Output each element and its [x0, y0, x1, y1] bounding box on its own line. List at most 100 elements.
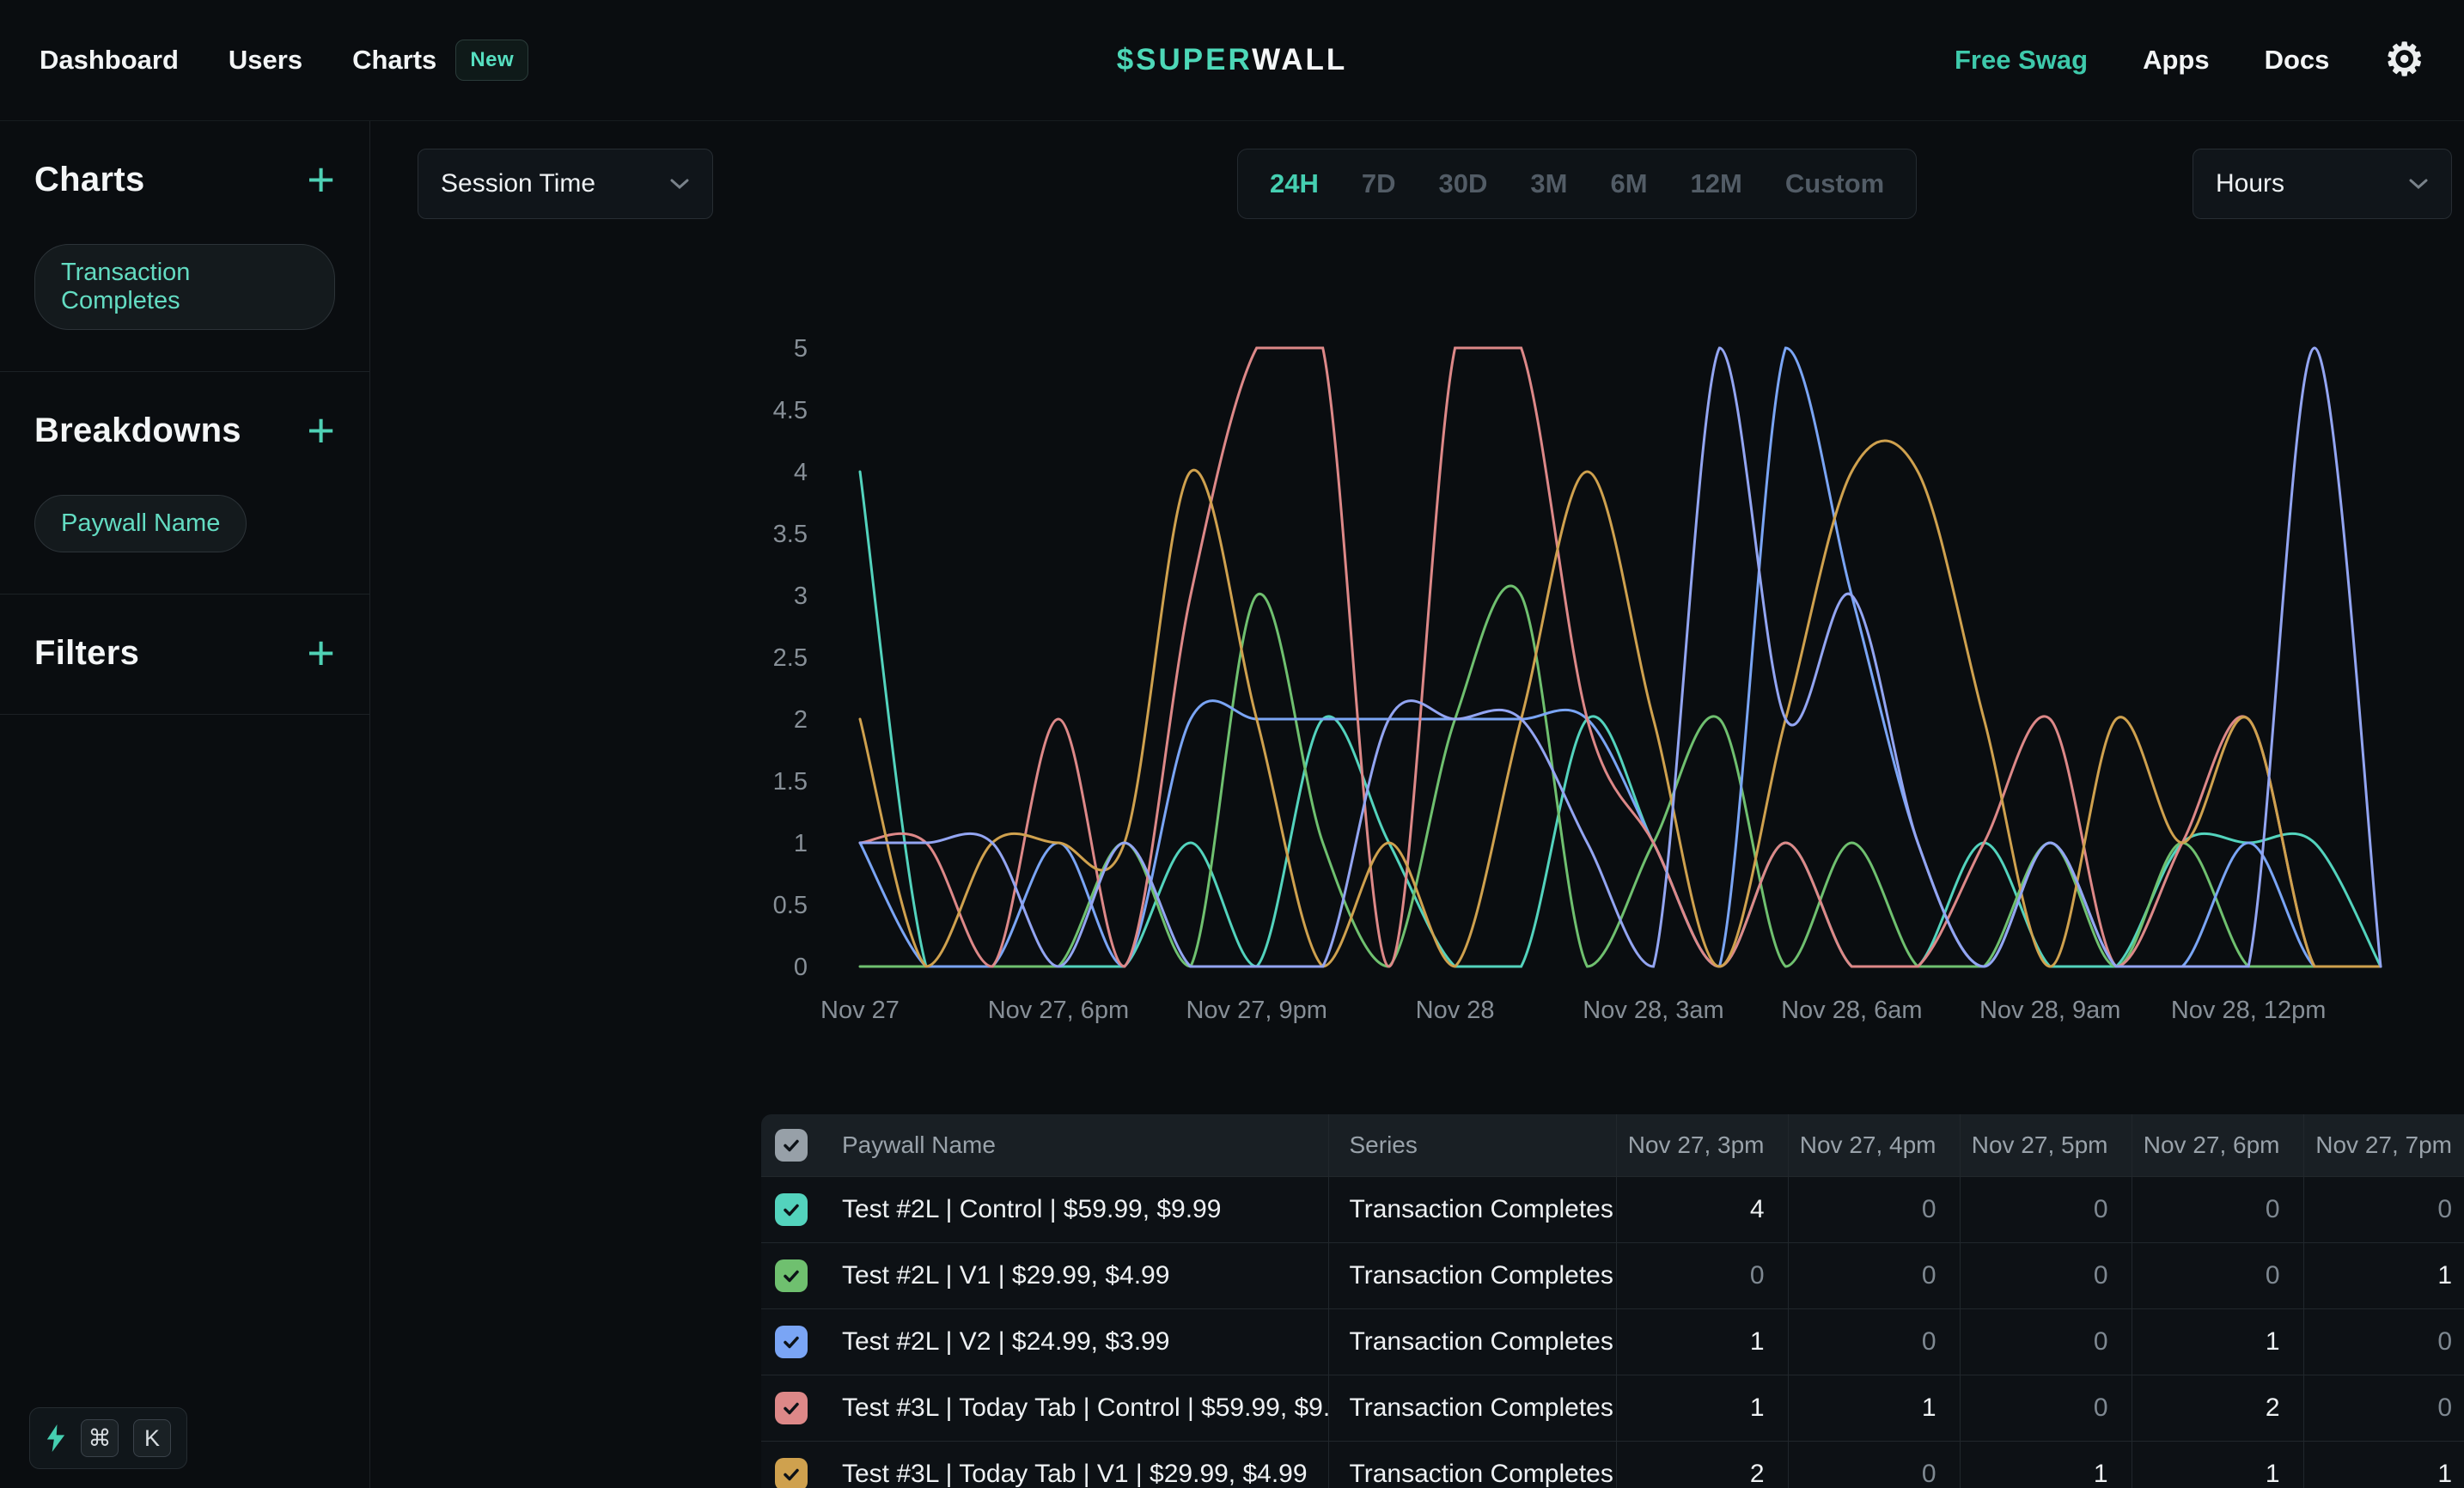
y-axis-label: 4.5 [773, 397, 808, 424]
row-checkbox[interactable] [775, 1392, 808, 1424]
table-row: Test #2L | Control | $59.99, $9.99Transa… [761, 1176, 2464, 1242]
add-charts-button[interactable]: + [307, 161, 335, 199]
nav-users[interactable]: Users [229, 45, 302, 76]
unit-select[interactable]: Hours [2193, 149, 2452, 219]
table-header-row: Paywall NameSeriesNov 27, 3pmNov 27, 4pm… [761, 1114, 2464, 1176]
table-row: Test #3L | Today Tab | V1 | $29.99, $4.9… [761, 1441, 2464, 1488]
unit-select-value: Hours [2216, 169, 2284, 198]
nav-charts[interactable]: Charts [352, 45, 436, 76]
value-cell: 0 [1960, 1375, 2132, 1441]
row-checkbox[interactable] [775, 1458, 808, 1488]
y-axis-label: 3.5 [773, 521, 808, 548]
value-cell: 0 [1788, 1242, 1960, 1308]
time-range-group: 24H7D30D3M6M12MCustom [1237, 149, 1917, 219]
paywall-name-cell: Test #2L | V2 | $24.99, $3.99 [821, 1308, 1328, 1375]
nav-dashboard[interactable]: Dashboard [40, 45, 179, 76]
value-cell: 0 [2132, 1242, 2303, 1308]
logo-accent-text: $SUPER [1117, 43, 1252, 76]
value-cell: 0 [2303, 1375, 2464, 1441]
k-keycap: K [133, 1419, 171, 1457]
range-custom[interactable]: Custom [1764, 168, 1906, 199]
settings-gear-icon[interactable]: ⚙ [2384, 38, 2424, 82]
x-axis-label: Nov 27, 9pm [1186, 997, 1327, 1024]
column-header-series: Series [1328, 1114, 1616, 1176]
series-line [860, 348, 2381, 967]
nav-docs[interactable]: Docs [2265, 45, 2330, 76]
range-30d[interactable]: 30D [1418, 168, 1510, 199]
value-cell: 1 [1788, 1375, 1960, 1441]
chip-paywall-name[interactable]: Paywall Name [34, 495, 247, 552]
row-checkbox[interactable] [775, 1259, 808, 1292]
value-cell: 0 [1960, 1242, 2132, 1308]
superwall-logo[interactable]: $SUPERWALL [1117, 43, 1348, 77]
x-axis-label: Nov 28, 12pm [2171, 997, 2327, 1024]
range-12m[interactable]: 12M [1669, 168, 1764, 199]
range-6m[interactable]: 6M [1589, 168, 1668, 199]
value-cell: 0 [1788, 1176, 1960, 1242]
series-cell: Transaction Completes [1328, 1441, 1616, 1488]
y-axis-label: 4 [794, 459, 808, 486]
chip-transaction-completes[interactable]: Transaction Completes [34, 244, 335, 330]
range-3m[interactable]: 3M [1509, 168, 1589, 199]
column-header-nov-27-7pm: Nov 27, 7pm [2303, 1114, 2464, 1176]
breakdown-table: Paywall NameSeriesNov 27, 3pmNov 27, 4pm… [761, 1114, 2464, 1488]
nav-free-swag[interactable]: Free Swag [1955, 45, 2088, 76]
series-cell: Transaction Completes [1328, 1242, 1616, 1308]
select-all-checkbox[interactable] [775, 1129, 808, 1162]
sidebar-section-filters: Filters+ [0, 595, 369, 715]
series-line [860, 441, 2381, 967]
check-icon [781, 1135, 802, 1156]
row-checkbox[interactable] [775, 1326, 808, 1358]
nav-apps[interactable]: Apps [2143, 45, 2210, 76]
table-row: Test #2L | V1 | $29.99, $4.99Transaction… [761, 1242, 2464, 1308]
sidebar-section-charts: Charts+Transaction Completes [0, 121, 369, 372]
check-icon [781, 1199, 802, 1220]
x-axis-label: Nov 28 [1416, 997, 1495, 1024]
value-cell: 0 [1788, 1441, 1960, 1488]
lightning-icon [46, 1424, 66, 1452]
y-axis-label: 1 [794, 830, 808, 857]
series-cell: Transaction Completes [1328, 1176, 1616, 1242]
value-cell: 0 [2303, 1176, 2464, 1242]
metric-select-value: Session Time [441, 169, 595, 198]
table-row: Test #2L | V2 | $24.99, $3.99Transaction… [761, 1308, 2464, 1375]
sidebar-section-breakdowns: Breakdowns+Paywall Name [0, 372, 369, 595]
column-header-nov-27-3pm: Nov 27, 3pm [1616, 1114, 1788, 1176]
series-cell: Transaction Completes [1328, 1375, 1616, 1441]
value-cell: 0 [1788, 1308, 1960, 1375]
value-cell: 0 [2303, 1308, 2464, 1375]
range-24h[interactable]: 24H [1248, 168, 1340, 199]
y-axis-label: 2.5 [773, 644, 808, 672]
metric-select[interactable]: Session Time [418, 149, 713, 219]
column-header-nov-27-6pm: Nov 27, 6pm [2132, 1114, 2303, 1176]
main-content: Session Time 24H7D30D3M6M12MCustom Hours… [371, 121, 2464, 1488]
nav-charts-group: Charts New [352, 40, 528, 81]
value-cell: 2 [2132, 1375, 2303, 1441]
y-axis-label: 3 [794, 582, 808, 610]
x-axis-label: Nov 28, 3am [1583, 997, 1723, 1024]
series-line [860, 348, 2381, 967]
x-axis-label: Nov 28, 9am [1979, 997, 2120, 1024]
range-7d[interactable]: 7D [1340, 168, 1418, 199]
y-axis-label: 0.5 [773, 892, 808, 919]
add-filters-button[interactable]: + [307, 634, 335, 673]
paywall-name-cell: Test #3L | Today Tab | Control | $59.99,… [821, 1375, 1328, 1441]
value-cell: 1 [2303, 1441, 2464, 1488]
command-palette-shortcut[interactable]: ⌘ K [29, 1407, 187, 1469]
value-cell: 0 [2132, 1176, 2303, 1242]
series-line [860, 348, 2381, 967]
value-cell: 1 [2132, 1308, 2303, 1375]
y-axis-label: 0 [794, 954, 808, 981]
value-cell: 1 [2303, 1242, 2464, 1308]
cmd-keycap: ⌘ [81, 1419, 119, 1457]
value-cell: 0 [1960, 1308, 2132, 1375]
check-icon [781, 1332, 802, 1352]
chevron-down-icon [669, 178, 690, 190]
paywall-name-cell: Test #2L | Control | $59.99, $9.99 [821, 1176, 1328, 1242]
column-header-paywall-name: Paywall Name [821, 1114, 1328, 1176]
add-breakdowns-button[interactable]: + [307, 412, 335, 450]
row-checkbox[interactable] [775, 1193, 808, 1226]
new-badge: New [455, 40, 528, 81]
value-cell: 1 [1960, 1441, 2132, 1488]
logo-plain-text: WALL [1252, 43, 1347, 76]
